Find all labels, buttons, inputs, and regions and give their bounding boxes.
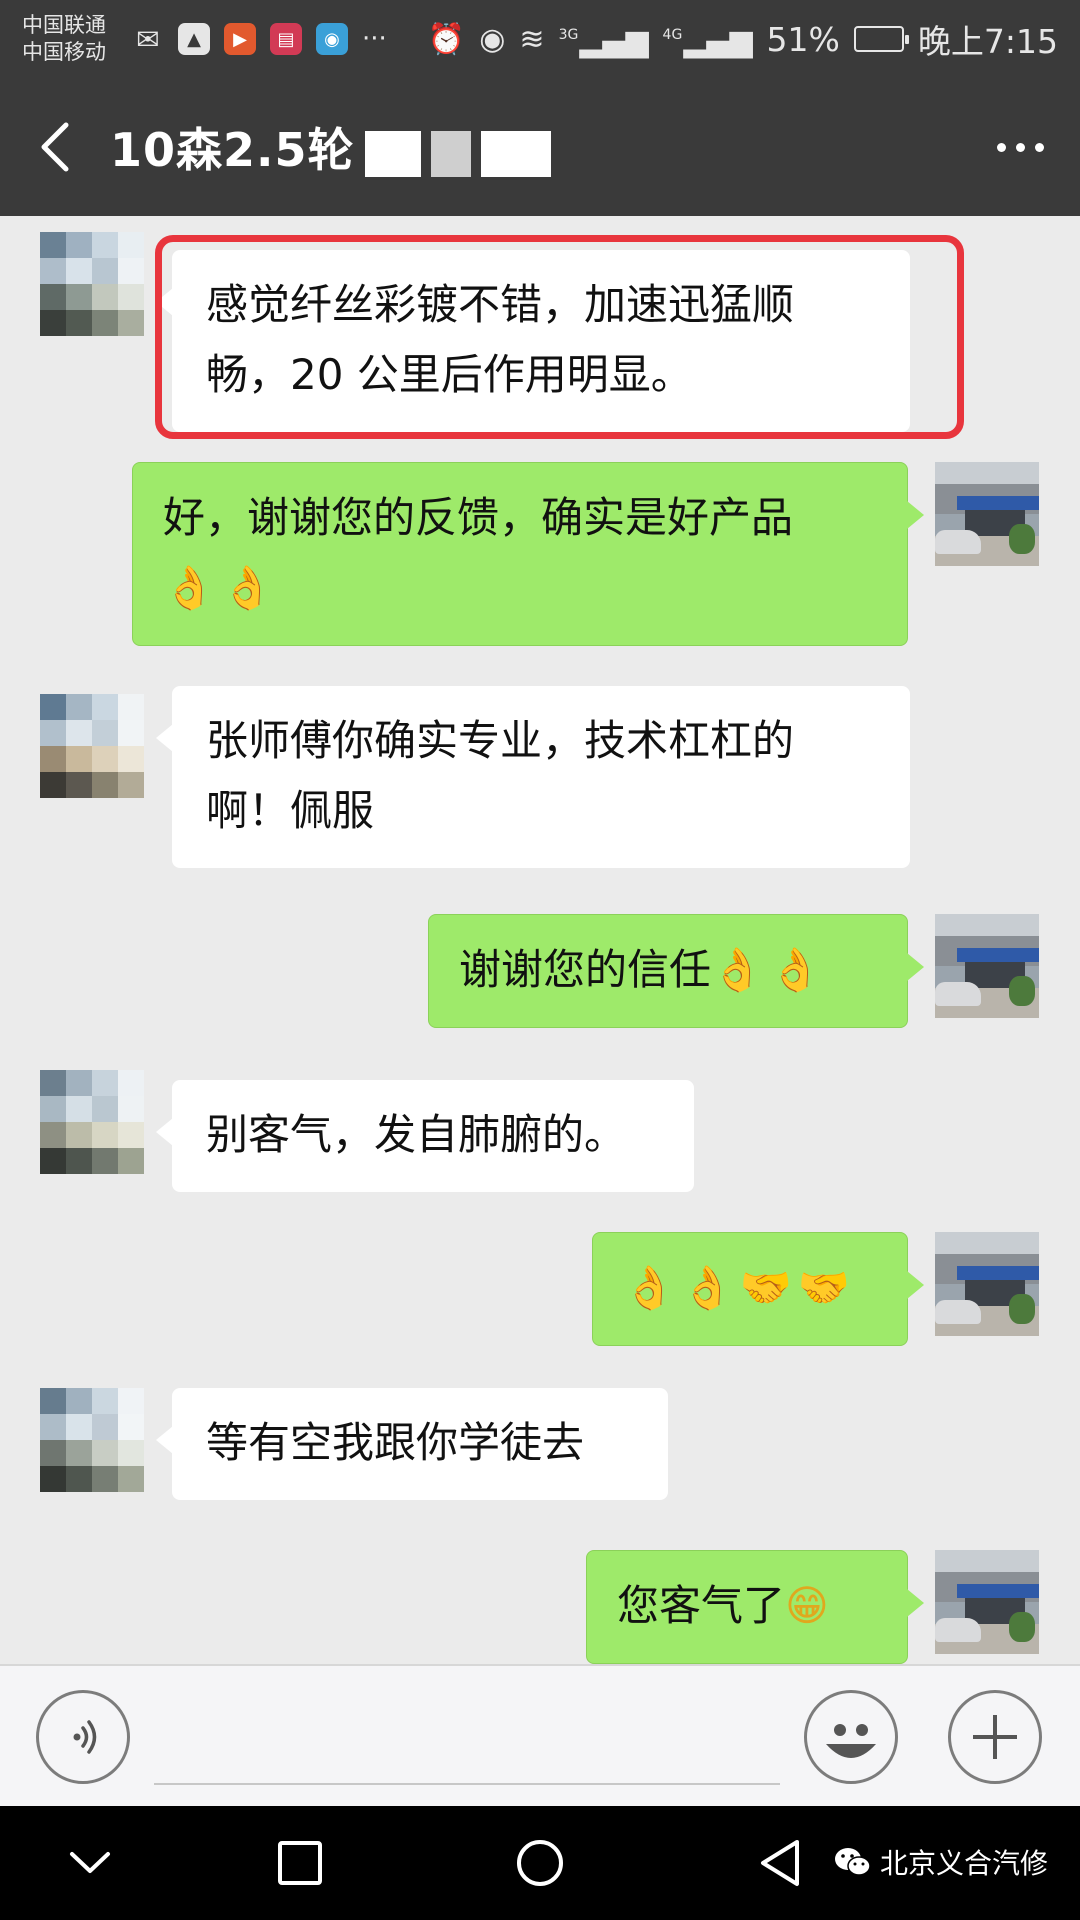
wechat-logo-icon: [835, 1848, 871, 1876]
dot-icon: [1015, 142, 1025, 152]
message-text-line: 啊！佩服: [206, 786, 375, 835]
message-text-line: 等有空我跟你学徒去: [206, 1418, 585, 1467]
message-list[interactable]: 感觉纤丝彩镀不错，加速迅猛顺 畅，20 公里后作用明显。 好，谢谢您的反馈，确实…: [0, 216, 1080, 1664]
avatar-self[interactable]: [935, 1232, 1039, 1336]
wechat-icon: ✉: [136, 22, 160, 56]
message-text-line: 好，谢谢您的反馈，确实是好产品: [163, 493, 794, 542]
message-bubble[interactable]: 好，谢谢您的反馈，确实是好产品 👌👌: [132, 462, 924, 646]
message-text-line: 别客气，发自肺腑的。: [206, 1110, 627, 1159]
ok-hand-emoji: 👌👌: [163, 563, 280, 612]
avatar[interactable]: [40, 1070, 144, 1174]
plus-icon: [973, 1715, 1017, 1759]
system-navigation-bar: 北京义合汽修: [0, 1806, 1080, 1920]
redacted-block: [480, 130, 551, 177]
dot-icon: [996, 142, 1006, 152]
signal-1: 3G▂▄▆: [558, 23, 649, 59]
message-text-line: 张师傅你确实专业，技术杠杠的: [206, 716, 795, 765]
wifi-icon: ≋: [519, 21, 545, 57]
eye-icon: ◉: [479, 21, 506, 57]
message-bubble[interactable]: 谢谢您的信任👌👌: [428, 914, 924, 1028]
ok-hand-handshake-emoji: 👌👌🤝🤝: [623, 1263, 857, 1312]
more-functions-button[interactable]: [948, 1690, 1042, 1784]
square-icon: [278, 1841, 322, 1885]
redacted-block: [364, 130, 421, 177]
reader-icon: ▤: [270, 23, 302, 55]
battery-icon: [853, 26, 909, 52]
chevron-left-icon: [41, 122, 69, 172]
ok-hand-emoji: 👌👌: [711, 945, 828, 994]
more-options-button[interactable]: [960, 78, 1080, 216]
message-input[interactable]: [154, 1706, 780, 1780]
gallery-icon: ▲: [178, 23, 210, 55]
watermark-text: 北京义合汽修: [880, 1847, 1049, 1880]
chat-title: 10森2.5轮: [110, 114, 551, 180]
status-bar: 中国联通 中国移动 ✉ ▲ ▶ ▤ ◉ ··· ⏰ ◉ ≋ 3G▂▄▆ 4G▂▄…: [0, 0, 1080, 78]
grin-emoji: 😁: [785, 1581, 835, 1630]
input-bar: [0, 1664, 1080, 1806]
avatar-self[interactable]: [935, 914, 1039, 1018]
hide-nav-button[interactable]: [55, 1828, 125, 1898]
input-underline: [154, 1783, 780, 1785]
voice-button[interactable]: [36, 1690, 130, 1784]
message-bubble[interactable]: 您客气了😁: [586, 1550, 924, 1664]
carrier-1: 中国联通: [22, 13, 106, 37]
status-right: ⏰ ◉ ≋ 3G▂▄▆ 4G▂▄▆ 51% 晚上7:15: [428, 15, 1058, 63]
emoji-icon: [826, 1724, 876, 1758]
notification-icons: ✉ ▲ ▶ ▤ ◉ ···: [132, 22, 387, 56]
avatar[interactable]: [40, 1388, 144, 1492]
more-notifications: ···: [362, 24, 387, 54]
message-bubble[interactable]: 别客气，发自肺腑的。: [156, 1080, 694, 1192]
signal-icon: ▂▄▆: [683, 23, 753, 59]
carrier-labels: 中国联通 中国移动: [22, 12, 124, 66]
message-text-line: 您客气了: [617, 1581, 786, 1630]
avatar[interactable]: [40, 232, 144, 336]
home-button[interactable]: [505, 1828, 575, 1898]
video-icon: ▶: [224, 23, 256, 55]
browser-icon: ◉: [316, 23, 348, 55]
redacted-block: [430, 130, 471, 177]
avatar-self[interactable]: [935, 462, 1039, 566]
carrier-2: 中国移动: [22, 40, 106, 64]
avatar-self[interactable]: [935, 1550, 1039, 1654]
alarm-icon: ⏰: [427, 21, 466, 57]
chevron-down-icon: [70, 1852, 110, 1873]
chat-title-text: 10森2.5轮: [110, 123, 355, 177]
watermark: 北京义合汽修: [834, 1842, 1048, 1882]
recents-button[interactable]: [265, 1828, 335, 1898]
battery-percent: 51%: [766, 19, 840, 59]
message-bubble[interactable]: 👌👌🤝🤝: [592, 1232, 924, 1346]
back-button[interactable]: [0, 78, 110, 216]
voice-icon: [73, 1720, 97, 1754]
message-text-line: 感觉纤丝彩镀不错，加速迅猛顺: [206, 280, 795, 329]
message-bubble[interactable]: 感觉纤丝彩镀不错，加速迅猛顺 畅，20 公里后作用明显。: [156, 250, 910, 432]
avatar[interactable]: [40, 694, 144, 798]
clock: 晚上7:15: [917, 22, 1058, 61]
chat-header: 10森2.5轮: [0, 78, 1080, 216]
circle-icon: [517, 1840, 563, 1886]
message-bubble[interactable]: 等有空我跟你学徒去: [156, 1388, 668, 1500]
dot-icon: [1034, 142, 1044, 152]
message-text-line: 谢谢您的信任: [459, 945, 712, 994]
signal-2: 4G▂▄▆: [662, 23, 753, 59]
triangle-back-icon: [761, 1840, 799, 1886]
message-text-line: 畅，20 公里后作用明显。: [206, 350, 693, 399]
message-bubble[interactable]: 张师傅你确实专业，技术杠杠的 啊！佩服: [156, 686, 910, 868]
back-nav-button[interactable]: [745, 1828, 815, 1898]
emoji-button[interactable]: [804, 1690, 898, 1784]
signal-icon: ▂▄▆: [579, 23, 649, 59]
